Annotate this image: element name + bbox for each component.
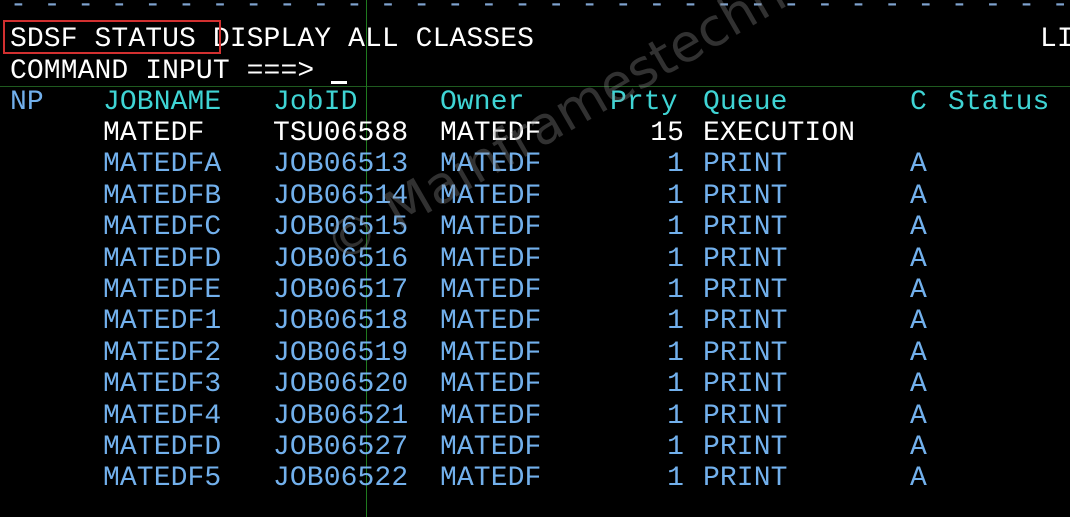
- job-prty: 1: [667, 180, 684, 212]
- job-owner: MATEDF: [440, 212, 542, 244]
- job-queue: PRINT: [703, 149, 788, 181]
- command-input-label: COMMAND INPUT ===>: [10, 56, 315, 87]
- job-c: A: [910, 275, 927, 306]
- job-jobid: JOB06519: [273, 337, 409, 369]
- column-header-queue[interactable]: Queue: [703, 87, 788, 118]
- job-c: A: [910, 212, 927, 244]
- job-jobid: JOB06521: [273, 400, 409, 432]
- job-prty: 1: [667, 369, 684, 401]
- job-queue: PRINT: [703, 212, 788, 244]
- job-queue: PRINT: [703, 306, 788, 338]
- column-header-status[interactable]: Status: [948, 87, 1049, 118]
- job-owner: MATEDF: [440, 306, 542, 338]
- job-queue: PRINT: [703, 432, 788, 463]
- column-header-np[interactable]: NP: [10, 87, 44, 118]
- job-queue: PRINT: [703, 243, 788, 275]
- job-owner: MATEDF: [440, 337, 542, 369]
- job-prty: 1: [667, 243, 684, 275]
- job-c: A: [910, 243, 927, 275]
- job-queue: PRINT: [703, 275, 788, 306]
- job-owner: MATEDF: [440, 400, 542, 432]
- job-jobid: TSU06588: [273, 118, 409, 149]
- job-jobname: MATEDF1: [103, 306, 222, 338]
- job-queue: EXECUTION: [703, 118, 856, 149]
- separator-dash-line: - - - - - - - - - - - - - - - - - - - - …: [10, 0, 1069, 16]
- job-queue: PRINT: [703, 180, 788, 212]
- job-prty: 1: [667, 463, 684, 495]
- job-c: A: [910, 432, 927, 463]
- column-header-jobid[interactable]: JobID: [273, 87, 358, 118]
- job-c: A: [910, 463, 927, 495]
- job-owner: MATEDF: [440, 243, 542, 275]
- title-highlight-box: [3, 20, 221, 54]
- job-jobname: MATEDF3: [103, 369, 222, 401]
- job-jobname: MATEDFC: [103, 212, 222, 244]
- job-jobid: JOB06518: [273, 306, 409, 338]
- job-jobid: JOB06520: [273, 369, 409, 401]
- job-jobid: JOB06513: [273, 149, 409, 181]
- sdsf-terminal-screen: - - - - - - - - - - - - - - - - - - - - …: [0, 0, 1070, 517]
- job-c: A: [910, 180, 927, 212]
- job-jobname: MATEDF: [103, 118, 205, 149]
- job-c: A: [910, 149, 927, 181]
- column-header-jobname[interactable]: JOBNAME: [103, 87, 221, 118]
- job-prty: 1: [667, 400, 684, 432]
- job-prty: 15: [650, 118, 684, 149]
- job-jobname: MATEDFB: [103, 180, 222, 212]
- job-c: A: [910, 306, 927, 338]
- column-header-class[interactable]: C: [910, 87, 927, 118]
- job-queue: PRINT: [703, 337, 788, 369]
- job-queue: PRINT: [703, 463, 788, 495]
- job-jobname: MATEDF5: [103, 463, 222, 495]
- job-prty: 1: [667, 149, 684, 181]
- job-prty: 1: [667, 337, 684, 369]
- line-indicator: LI: [1040, 24, 1070, 55]
- job-prty: 1: [667, 306, 684, 338]
- job-jobid: JOB06522: [273, 463, 409, 495]
- job-jobname: MATEDF4: [103, 400, 222, 432]
- job-prty: 1: [667, 212, 684, 244]
- job-jobid: JOB06517: [273, 275, 409, 306]
- job-prty: 1: [667, 275, 684, 306]
- job-queue: PRINT: [703, 369, 788, 401]
- panel-title-rest: DISPLAY ALL CLASSES: [212, 24, 534, 55]
- job-jobid: JOB06527: [273, 432, 409, 463]
- job-prty: 1: [667, 432, 684, 463]
- text-cursor: [331, 81, 348, 84]
- job-jobname: MATEDFD: [103, 243, 222, 275]
- job-owner: MATEDF: [440, 369, 542, 401]
- command-line: COMMAND INPUT ===>: [10, 56, 348, 87]
- command-input-field[interactable]: [331, 56, 348, 87]
- job-owner: MATEDF: [440, 275, 542, 306]
- job-queue: PRINT: [703, 400, 788, 432]
- job-owner: MATEDF: [440, 463, 542, 495]
- job-owner: MATEDF: [440, 432, 542, 463]
- job-jobname: MATEDFD: [103, 432, 222, 463]
- job-c: A: [910, 337, 927, 369]
- job-c: A: [910, 369, 927, 401]
- job-jobname: MATEDF2: [103, 337, 222, 369]
- job-jobname: MATEDFE: [103, 275, 222, 306]
- job-c: A: [910, 400, 927, 432]
- job-jobname: MATEDFA: [103, 149, 222, 181]
